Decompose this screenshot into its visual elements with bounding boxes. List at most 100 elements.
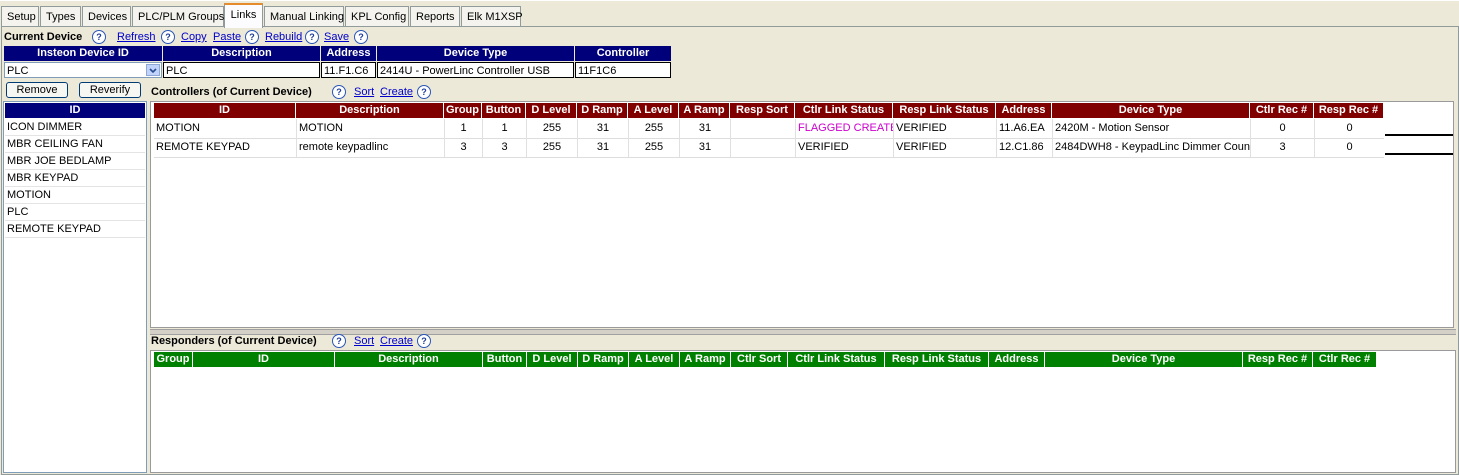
responders-sort-link[interactable]: Sort (354, 335, 374, 347)
table-cell-device-type: 2420M - Motion Sensor (1052, 119, 1250, 138)
responders-col-button[interactable]: Button (483, 352, 526, 367)
list-item[interactable]: ICON DIMMER (5, 119, 145, 136)
responders-table: Group ID Description Button D Level D Ramp A L… (150, 350, 1456, 473)
tab-elk-m1xsp[interactable]: Elk M1XSP (461, 6, 523, 26)
controllers-col-a-level[interactable]: A Level (628, 103, 678, 118)
help-icon[interactable]: ? (332, 334, 346, 348)
controllers-col-resp-link-status[interactable]: Resp Link Status (893, 103, 995, 118)
help-icon[interactable]: ? (417, 85, 431, 99)
tab-setup[interactable]: Setup (1, 6, 39, 26)
controllers-col-device-type[interactable]: Device Type (1052, 103, 1249, 118)
help-icon[interactable]: ? (92, 30, 106, 44)
controllers-sort-link[interactable]: Sort (354, 86, 374, 98)
help-icon[interactable]: ? (305, 30, 319, 44)
responders-col-ctlr-sort[interactable]: Ctlr Sort (731, 352, 787, 367)
controllers-col-a-ramp[interactable]: A Ramp (679, 103, 729, 118)
responders-col-d-level[interactable]: D Level (527, 352, 577, 367)
table-row[interactable]: MOTION MOTION 1 1 255 31 255 31 FLAGGED CREATE VE… (154, 119, 1384, 139)
responders-col-address[interactable]: Address (989, 352, 1044, 367)
table-cell-d-ramp: 31 (577, 119, 628, 138)
table-cell-id: REMOTE KEYPAD (156, 141, 250, 153)
table-cell-resp-rec: 0 (1314, 119, 1384, 138)
table-cell-address: 12.C1.86 (996, 138, 1052, 157)
save-link[interactable]: Save (324, 31, 349, 43)
tab-plc-plm-groups[interactable]: PLC/PLM Groups (132, 6, 224, 26)
controllers-col-d-ramp[interactable]: D Ramp (577, 103, 627, 118)
controllers-create-link[interactable]: Create (380, 86, 413, 98)
controllers-col-ctlr-link-status[interactable]: Ctlr Link Status (795, 103, 892, 118)
list-item[interactable]: PLC (5, 204, 145, 221)
list-item[interactable]: MBR KEYPAD (5, 170, 145, 187)
responders-col-device-type[interactable]: Device Type (1045, 352, 1242, 367)
device-list-header: ID (5, 103, 145, 118)
responders-create-link[interactable]: Create (380, 335, 413, 347)
table-cell-button: 3 (482, 138, 526, 157)
list-item[interactable]: MOTION (5, 187, 145, 204)
responders-col-a-ramp[interactable]: A Ramp (680, 352, 730, 367)
table-cell-resp-link-status: VERIFIED (893, 138, 996, 157)
table-cell-d-level: 255 (526, 138, 577, 157)
controllers-col-resp-rec[interactable]: Resp Rec # (1314, 103, 1383, 118)
help-icon[interactable]: ? (354, 30, 368, 44)
tab-kpl-config[interactable]: KPL Config (345, 6, 409, 26)
table-row[interactable]: REMOTE KEYPAD remote keypadlinc 3 3 255 31 255… (154, 138, 1384, 158)
responders-col-resp-link-status[interactable]: Resp Link Status (885, 352, 988, 367)
address-field[interactable]: 11.F1.C6 (321, 62, 376, 78)
paste-link[interactable]: Paste (213, 31, 241, 43)
tab-manual-linking[interactable]: Manual Linking (264, 6, 344, 26)
table-cell-resp-link-status: VERIFIED (893, 119, 996, 138)
table-cell-resp-rec: 0 (1314, 138, 1384, 157)
list-item[interactable]: REMOTE KEYPAD (5, 221, 145, 238)
controllers-col-ctlr-rec[interactable]: Ctlr Rec # (1250, 103, 1313, 118)
help-icon[interactable]: ? (161, 30, 175, 44)
tab-reports[interactable]: Reports (410, 6, 460, 26)
row-divider (1385, 153, 1453, 155)
responders-col-ctlr-rec[interactable]: Ctlr Rec # (1313, 352, 1376, 367)
help-icon[interactable]: ? (245, 30, 259, 44)
table-cell-ctlr-link-status: VERIFIED (795, 138, 893, 157)
list-item[interactable]: MBR JOE BEDLAMP (5, 153, 145, 170)
tab-devices[interactable]: Devices (82, 6, 131, 26)
remove-button[interactable]: Remove (6, 82, 68, 98)
help-icon[interactable]: ? (332, 85, 346, 99)
splitter[interactable] (150, 329, 1456, 335)
responders-col-d-ramp[interactable]: D Ramp (578, 352, 628, 367)
insteon-id-select[interactable]: PLC (4, 62, 162, 78)
tab-types[interactable]: Types (40, 6, 81, 26)
tab-bar: Setup Types Devices PLC/PLM Groups Links… (0, 0, 1459, 28)
controllers-col-resp-sort[interactable]: Resp Sort (730, 103, 794, 118)
responders-col-resp-rec[interactable]: Resp Rec # (1243, 352, 1312, 367)
rebuild-link[interactable]: Rebuild (265, 31, 302, 43)
copy-link[interactable]: Copy (181, 31, 207, 43)
controllers-col-d-level[interactable]: D Level (526, 103, 576, 118)
description-field[interactable]: PLC (163, 62, 320, 78)
responders-col-ctlr-link-status[interactable]: Ctlr Link Status (788, 352, 884, 367)
responders-col-a-level[interactable]: A Level (629, 352, 679, 367)
controllers-col-address[interactable]: Address (996, 103, 1051, 118)
controller-field[interactable]: 11F1C6 (575, 62, 671, 78)
responders-col-description[interactable]: Description (335, 352, 482, 367)
tab-links[interactable]: Links (224, 3, 263, 28)
responders-col-id[interactable]: ID (193, 352, 334, 367)
table-cell-a-level: 255 (628, 138, 679, 157)
list-item[interactable]: MBR CEILING FAN (5, 136, 145, 153)
table-cell-a-ramp: 31 (679, 138, 730, 157)
dropdown-arrow-icon[interactable] (146, 64, 160, 76)
table-cell-address: 11.A6.EA (996, 119, 1052, 138)
table-cell-d-ramp: 31 (577, 138, 628, 157)
responders-col-group[interactable]: Group (154, 352, 192, 367)
table-cell-resp-sort (730, 138, 795, 157)
refresh-link[interactable]: Refresh (117, 31, 156, 43)
controllers-col-id[interactable]: ID (154, 103, 295, 118)
table-cell-ctlr-rec: 3 (1250, 138, 1314, 157)
controllers-col-group[interactable]: Group (444, 103, 481, 118)
help-icon[interactable]: ? (417, 334, 431, 348)
reverify-button[interactable]: Reverify (79, 82, 141, 98)
controllers-col-description[interactable]: Description (296, 103, 443, 118)
table-cell-a-level: 255 (628, 119, 679, 138)
controllers-col-button[interactable]: Button (482, 103, 525, 118)
device-type-field[interactable]: 2414U - PowerLinc Controller USB (377, 62, 574, 78)
address-header: Address (321, 46, 376, 61)
description-header: Description (163, 46, 320, 61)
device-type-header: Device Type (377, 46, 574, 61)
